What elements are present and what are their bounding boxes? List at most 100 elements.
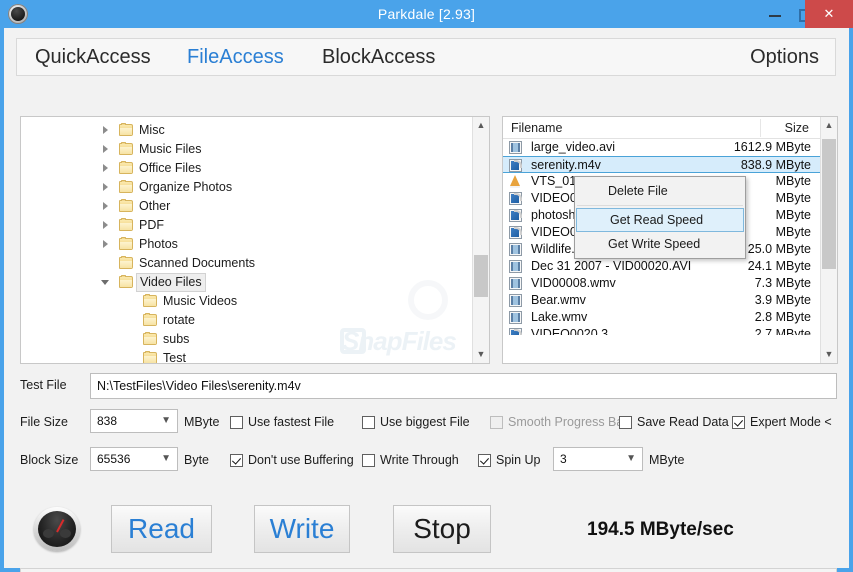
file-name: serenity.m4v bbox=[531, 158, 601, 172]
checkbox-box[interactable] bbox=[230, 416, 243, 429]
scroll-down-icon[interactable]: ▼ bbox=[473, 346, 489, 363]
minimize-button[interactable] bbox=[760, 0, 790, 28]
menu-item-delete-file[interactable]: Delete File bbox=[575, 179, 745, 203]
scroll-up-icon[interactable]: ▲ bbox=[473, 117, 489, 134]
spin-up-size-combo[interactable]: 3 ▼ bbox=[553, 447, 643, 471]
file-row-selected[interactable]: serenity.m4v 838.9 MByte bbox=[503, 156, 821, 173]
file-row[interactable]: Lake.wmv 2.8 MByte bbox=[503, 309, 821, 326]
tab-quickaccess[interactable]: QuickAccess bbox=[35, 39, 151, 75]
gauge-dial-right bbox=[60, 529, 71, 538]
checkbox-box[interactable] bbox=[478, 454, 491, 467]
file-size: MByte bbox=[775, 225, 811, 239]
tree-item[interactable]: Misc bbox=[21, 121, 473, 140]
folder-tree: Misc Music Files Office Files Organize P… bbox=[21, 117, 473, 363]
file-size: MByte bbox=[775, 208, 811, 222]
file-row-partial[interactable]: VIDEO0020.3 2.7 MByte bbox=[503, 326, 821, 335]
tree-item-label: Test bbox=[163, 351, 186, 363]
column-header-filename[interactable]: Filename bbox=[511, 117, 562, 139]
close-icon: ✕ bbox=[823, 6, 835, 21]
folder-tree-panel[interactable]: Misc Music Files Office Files Organize P… bbox=[20, 116, 490, 364]
tree-item[interactable]: Music Videos bbox=[21, 292, 473, 311]
checkbox-box[interactable] bbox=[362, 416, 375, 429]
film-icon bbox=[509, 141, 522, 154]
tree-item-label: Organize Photos bbox=[139, 180, 233, 194]
tab-options[interactable]: Options bbox=[750, 39, 819, 75]
context-menu[interactable]: Delete File Get Read Speed Get Write Spe… bbox=[574, 176, 746, 259]
test-file-input[interactable] bbox=[90, 373, 837, 399]
block-size-combo[interactable]: 65536 ▼ bbox=[90, 447, 178, 471]
checkbox-box[interactable] bbox=[230, 454, 243, 467]
chevron-right-icon[interactable] bbox=[101, 126, 110, 135]
tree-item-video-files[interactable]: Video Files bbox=[21, 273, 473, 292]
checkbox-label: Write Through bbox=[380, 453, 459, 467]
parkdale-window: Parkdale [2.93] ✕ QuickAccess FileAccess… bbox=[0, 0, 853, 572]
file-size: 2.8 MByte bbox=[754, 310, 811, 324]
column-header-size[interactable]: Size bbox=[785, 117, 809, 139]
chevron-right-icon[interactable] bbox=[101, 183, 110, 192]
progress-bar bbox=[20, 568, 837, 572]
file-row[interactable]: Bear.wmv 3.9 MByte bbox=[503, 292, 821, 309]
chevron-down-icon[interactable] bbox=[101, 278, 110, 287]
folder-icon bbox=[119, 218, 133, 231]
file-size: MByte bbox=[775, 191, 811, 205]
checkbox-label: Use biggest File bbox=[380, 415, 470, 429]
file-size-combo[interactable]: 838 ▼ bbox=[90, 409, 178, 433]
tree-item[interactable]: subs bbox=[21, 330, 473, 349]
tree-item[interactable]: Test bbox=[21, 349, 473, 363]
speed-readout: 194.5 MByte/sec bbox=[587, 519, 734, 540]
tree-scrollbar[interactable]: ▲ ▼ bbox=[472, 117, 489, 363]
chevron-right-icon[interactable] bbox=[101, 145, 110, 154]
scroll-down-icon[interactable]: ▼ bbox=[821, 346, 837, 363]
chevron-down-icon[interactable]: ▼ bbox=[161, 448, 171, 470]
window-title: Parkdale [2.93] bbox=[377, 6, 476, 22]
tree-item-label: Other bbox=[139, 199, 171, 213]
file-row[interactable]: Dec 31 2007 - VID00020.AVI 24.1 MByte bbox=[503, 258, 821, 275]
tree-item[interactable]: Photos bbox=[21, 235, 473, 254]
tree-item[interactable]: Music Files bbox=[21, 140, 473, 159]
checkbox-label: Spin Up bbox=[496, 453, 541, 467]
chevron-right-icon[interactable] bbox=[101, 240, 110, 249]
tree-item[interactable]: Organize Photos bbox=[21, 178, 473, 197]
file-row[interactable]: large_video.avi 1612.9 MByte bbox=[503, 139, 821, 156]
tree-item-label: rotate bbox=[163, 313, 195, 327]
folder-icon bbox=[143, 332, 157, 345]
folder-icon bbox=[143, 294, 157, 307]
close-button[interactable]: ✕ bbox=[805, 0, 853, 28]
write-button[interactable]: Write bbox=[254, 505, 350, 553]
checkbox-box[interactable] bbox=[619, 416, 632, 429]
chevron-down-icon[interactable]: ▼ bbox=[161, 410, 171, 432]
tree-item[interactable]: Scanned Documents bbox=[21, 254, 473, 273]
media-icon bbox=[509, 226, 522, 239]
tree-item[interactable]: Office Files bbox=[21, 159, 473, 178]
tab-fileaccess[interactable]: FileAccess bbox=[187, 39, 284, 75]
file-size-label: File Size bbox=[20, 415, 68, 429]
tree-item[interactable]: PDF bbox=[21, 216, 473, 235]
tree-item-label: Misc bbox=[139, 123, 165, 137]
chevron-down-icon[interactable]: ▼ bbox=[626, 448, 636, 470]
stop-button[interactable]: Stop bbox=[393, 505, 491, 553]
tree-item[interactable]: rotate bbox=[21, 311, 473, 330]
tree-scrollbar-thumb[interactable] bbox=[474, 255, 488, 297]
scroll-up-icon[interactable]: ▲ bbox=[821, 117, 837, 134]
block-size-value: 65536 bbox=[97, 452, 131, 466]
file-name: Bear.wmv bbox=[531, 293, 586, 307]
file-list-scrollbar[interactable]: ▲ ▼ bbox=[820, 117, 837, 363]
read-button[interactable]: Read bbox=[111, 505, 212, 553]
block-size-label: Block Size bbox=[20, 453, 79, 467]
file-list-scrollbar-thumb[interactable] bbox=[822, 139, 836, 269]
menu-item-get-read-speed[interactable]: Get Read Speed bbox=[576, 208, 744, 232]
menu-item-get-write-speed[interactable]: Get Write Speed bbox=[575, 232, 745, 256]
tree-item-label: subs bbox=[163, 332, 190, 346]
checkbox-box[interactable] bbox=[362, 454, 375, 467]
folder-icon bbox=[119, 161, 133, 174]
tree-item[interactable]: Other bbox=[21, 197, 473, 216]
checkbox-box[interactable] bbox=[732, 416, 745, 429]
vlc-cone-icon bbox=[509, 175, 521, 188]
file-row[interactable]: VID00008.wmv 7.3 MByte bbox=[503, 275, 821, 292]
chevron-right-icon[interactable] bbox=[101, 164, 110, 173]
folder-icon bbox=[119, 256, 133, 269]
chevron-right-icon[interactable] bbox=[101, 221, 110, 230]
tab-blockaccess[interactable]: BlockAccess bbox=[322, 39, 435, 75]
chevron-right-icon[interactable] bbox=[101, 202, 110, 211]
file-list-header: Filename Size bbox=[503, 117, 821, 139]
